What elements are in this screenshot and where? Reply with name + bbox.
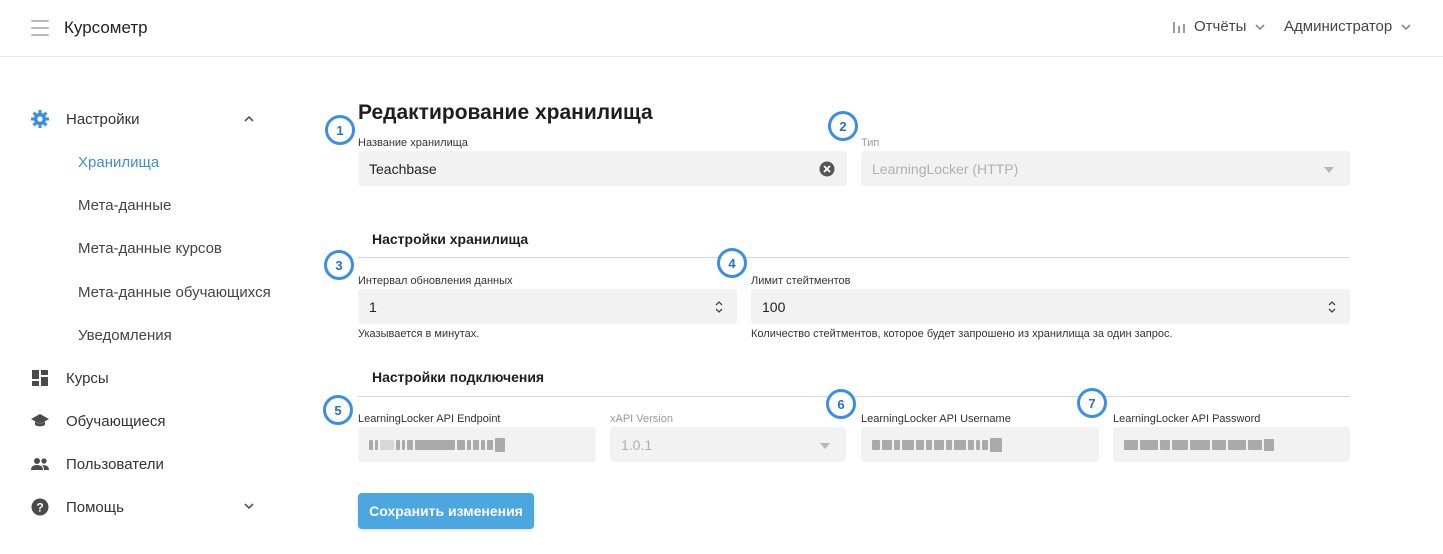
- sidebar-item-label: Пользователи: [66, 455, 164, 473]
- chevron-down-icon: [1401, 23, 1411, 30]
- stepper-icon[interactable]: [1328, 300, 1336, 314]
- admin-label: Администратор: [1284, 18, 1393, 35]
- graduation-cap-icon: [30, 411, 50, 431]
- caret-down-icon: [820, 443, 830, 449]
- endpoint-label: LearningLocker API Endpoint: [358, 413, 501, 425]
- type-label: Тип: [861, 137, 880, 149]
- redacted-value: [1124, 437, 1274, 453]
- menu-icon[interactable]: [31, 20, 49, 36]
- connection-settings-title: Настройки подключения: [372, 369, 545, 385]
- page-title: Редактирование хранилища: [358, 101, 653, 124]
- xapi-version-label: xAPI Version: [610, 413, 673, 425]
- storage-name-label: Название хранилища: [358, 137, 468, 149]
- annotation-badge-4: 4: [717, 248, 747, 278]
- stepper-icon[interactable]: [715, 300, 723, 314]
- storage-name-input[interactable]: Teachbase: [358, 151, 847, 186]
- sidebar-item-help[interactable]: ? Помощь: [30, 496, 124, 518]
- sidebar-subitem-learner-metadata[interactable]: Мета-данные обучающихся: [78, 284, 271, 301]
- sidebar-item-label: Настройки: [66, 110, 140, 128]
- redacted-value: [369, 437, 505, 453]
- sidebar-item-learners[interactable]: Обучающиеся: [30, 410, 166, 432]
- type-select[interactable]: LearningLocker (HTTP): [861, 151, 1350, 186]
- password-label: LearningLocker API Password: [1113, 413, 1261, 425]
- storage-settings-title: Настройки хранилища: [372, 231, 529, 247]
- sidebar-item-courses[interactable]: Курсы: [30, 367, 109, 389]
- sidebar-item-label: Помощь: [66, 498, 124, 516]
- sidebar-item-label: Курсы: [66, 369, 109, 387]
- chevron-down-icon: [1255, 23, 1265, 30]
- sidebar-item-label: Обучающиеся: [66, 412, 166, 430]
- annotation-badge-5: 5: [323, 395, 353, 425]
- interval-input[interactable]: 1: [358, 289, 737, 324]
- username-input[interactable]: [861, 427, 1099, 462]
- sidebar-subitem-metadata[interactable]: Мета-данные: [78, 197, 171, 214]
- interval-value: 1: [369, 298, 377, 315]
- bar-chart-icon: [1173, 21, 1185, 33]
- endpoint-input[interactable]: [358, 427, 596, 462]
- brand-title: Курсометр: [64, 18, 148, 37]
- interval-hint: Указывается в минутах.: [358, 328, 480, 340]
- limit-hint: Количество стейтментов, которое будет за…: [751, 328, 1173, 340]
- chevron-up-icon[interactable]: [243, 113, 255, 125]
- admin-menu[interactable]: Администратор: [1284, 18, 1412, 35]
- save-changes-button[interactable]: Сохранить изменения: [358, 493, 534, 529]
- annotation-badge-3: 3: [324, 250, 354, 280]
- users-icon: [30, 454, 50, 474]
- interval-label: Интервал обновления данных: [358, 275, 513, 287]
- sidebar-item-settings[interactable]: Настройки: [30, 108, 140, 130]
- annotation-badge-1: 1: [325, 115, 355, 145]
- gear-icon: [30, 109, 50, 129]
- svg-text:?: ?: [36, 500, 43, 514]
- limit-input[interactable]: 100: [751, 289, 1350, 324]
- username-label: LearningLocker API Username: [861, 413, 1011, 425]
- clear-icon[interactable]: [819, 161, 835, 177]
- reports-label: Отчёты: [1194, 18, 1247, 35]
- sidebar: Настройки Хранилища Мета-данные Мета-дан…: [0, 57, 300, 554]
- limit-label: Лимит стейтментов: [751, 275, 851, 287]
- type-value: LearningLocker (HTTP): [872, 160, 1019, 177]
- sidebar-subitem-notifications[interactable]: Уведомления: [78, 327, 172, 344]
- sidebar-item-users[interactable]: Пользователи: [30, 453, 164, 475]
- limit-value: 100: [762, 298, 786, 315]
- help-icon: ?: [30, 497, 50, 517]
- caret-down-icon: [1324, 167, 1334, 173]
- section-divider: [358, 257, 1350, 258]
- annotation-badge-6: 6: [826, 389, 856, 419]
- redacted-value: [872, 437, 1002, 453]
- xapi-version-select[interactable]: 1.0.1: [610, 427, 846, 462]
- sidebar-subitem-storages[interactable]: Хранилища: [78, 154, 159, 171]
- top-bar: Курсометр Отчёты Администратор: [0, 0, 1443, 57]
- annotation-badge-7: 7: [1077, 388, 1107, 418]
- reports-menu[interactable]: Отчёты: [1172, 18, 1266, 35]
- password-input[interactable]: [1113, 427, 1350, 462]
- storage-name-value: Teachbase: [369, 160, 437, 177]
- sidebar-subitem-course-metadata[interactable]: Мета-данные курсов: [78, 240, 222, 257]
- annotation-badge-2: 2: [828, 111, 858, 141]
- xapi-version-value: 1.0.1: [621, 436, 653, 453]
- dashboard-icon: [30, 368, 50, 388]
- chevron-down-icon[interactable]: [243, 500, 255, 512]
